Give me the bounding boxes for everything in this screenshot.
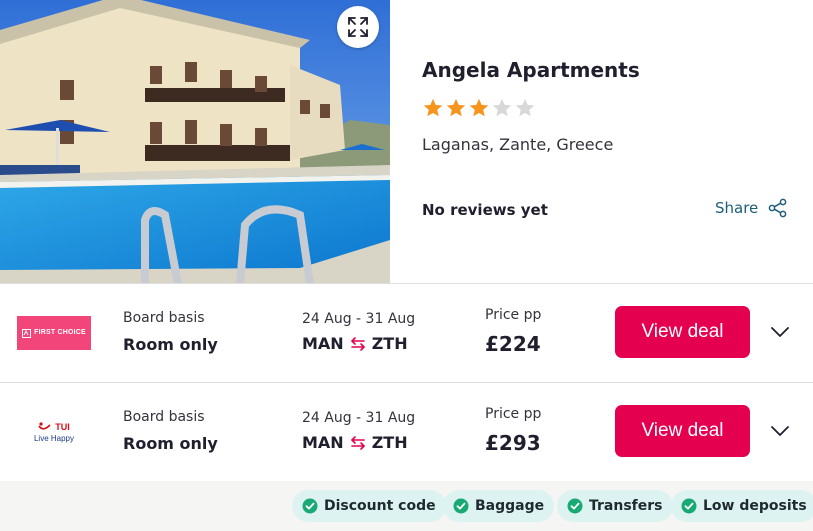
share-label: Share <box>715 199 759 217</box>
deal-row-first-choice: FIRST CHOICE Board basis Room only 24 Au… <box>0 284 813 382</box>
feature-pill-baggage: Baggage <box>443 490 555 522</box>
check-circle-icon <box>453 498 469 514</box>
hotel-photo[interactable] <box>0 0 390 284</box>
star-filled-icon <box>469 98 489 117</box>
first-choice-logo-text: FIRST CHOICE <box>34 329 86 336</box>
feature-label: Transfers <box>589 498 663 514</box>
star-filled-icon <box>446 98 466 117</box>
view-deal-button[interactable]: View deal <box>615 306 750 358</box>
feature-pill-low-deposits: Low deposits <box>671 490 813 522</box>
feature-label: Low deposits <box>703 498 807 514</box>
travel-dates: 24 Aug - 31 Aug <box>302 311 416 327</box>
hotel-location: Laganas, Zante, Greece <box>422 135 614 154</box>
tui-smile-icon <box>38 422 51 430</box>
star-empty-icon <box>515 98 535 117</box>
swap-arrows-icon <box>350 336 365 351</box>
board-basis-value: Room only <box>123 335 218 354</box>
flight-route: MAN ZTH <box>302 334 408 353</box>
star-empty-icon <box>492 98 512 117</box>
hotel-name: Angela Apartments <box>422 58 640 82</box>
board-basis-label: Board basis <box>123 310 205 326</box>
route-from: MAN <box>302 334 344 353</box>
hotel-header: Angela Apartments Laganas, Zante, Greece… <box>0 0 813 284</box>
price-label: Price pp <box>485 307 542 323</box>
route-to: ZTH <box>371 334 408 353</box>
first-choice-logo: FIRST CHOICE <box>17 316 91 350</box>
route-from: MAN <box>302 433 344 452</box>
tui-logo: TUI Live Happy <box>17 415 91 449</box>
route-to: ZTH <box>371 433 408 452</box>
share-icon <box>768 198 787 218</box>
share-button[interactable]: Share <box>715 198 788 218</box>
tui-logo-text: TUI <box>55 421 70 432</box>
tui-tagline: Live Happy <box>33 433 75 443</box>
feature-label: Discount code <box>324 498 436 514</box>
reviews-status: No reviews yet <box>422 201 548 219</box>
hotel-photo-image <box>0 0 390 284</box>
expand-photo-button[interactable] <box>337 6 379 48</box>
deal-price: £224 <box>485 332 541 356</box>
flight-route: MAN ZTH <box>302 433 408 452</box>
star-filled-icon <box>423 98 443 117</box>
deal-row-tui: TUI Live Happy Board basis Room only 24 … <box>0 383 813 481</box>
feature-pill-discount-code: Discount code <box>292 490 446 522</box>
feature-pill-transfers: Transfers <box>557 490 673 522</box>
deal-features-bar: Discount code Baggage Transfers Low depo… <box>0 481 813 531</box>
check-circle-icon <box>302 498 318 514</box>
swap-arrows-icon <box>350 435 365 450</box>
board-basis-label: Board basis <box>123 409 205 425</box>
feature-label: Baggage <box>475 498 545 514</box>
chevron-down-icon[interactable] <box>768 320 792 344</box>
star-rating <box>422 97 536 119</box>
chevron-down-icon[interactable] <box>768 419 792 443</box>
price-label: Price pp <box>485 406 542 422</box>
expand-icon <box>348 17 368 37</box>
travel-dates: 24 Aug - 31 Aug <box>302 410 416 426</box>
check-circle-icon <box>567 498 583 514</box>
first-choice-mark-icon <box>22 328 32 338</box>
board-basis-value: Room only <box>123 434 218 453</box>
deal-price: £293 <box>485 431 541 455</box>
check-circle-icon <box>681 498 697 514</box>
view-deal-button[interactable]: View deal <box>615 405 750 457</box>
